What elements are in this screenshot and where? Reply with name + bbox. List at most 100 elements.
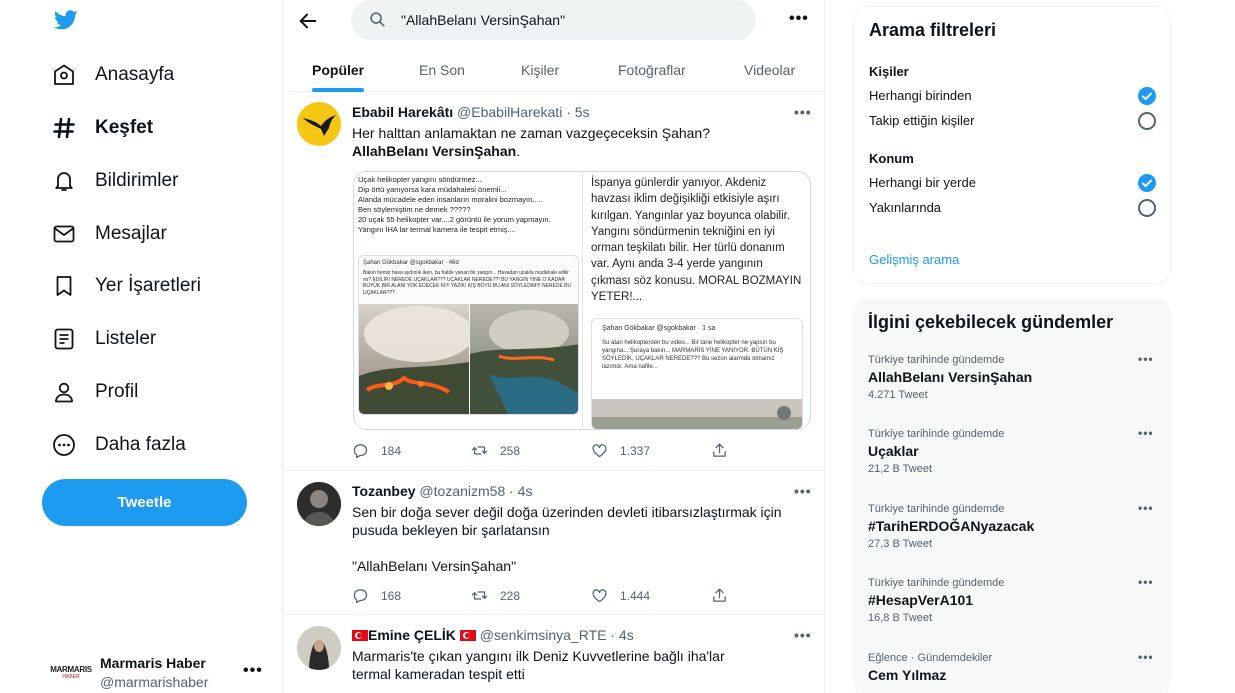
- tab-popular-label: Popüler: [312, 62, 365, 78]
- tweet-author-handle[interactable]: @EbabilHarekati: [457, 104, 562, 120]
- trends-title: İlgini çekebilecek gündemler: [868, 312, 1114, 332]
- media-left-quote-head: Şahan Gökbakar @sgokbakar · 46d: [363, 260, 459, 266]
- account-avatar: MARMARIS HABER: [50, 654, 92, 690]
- reply-button[interactable]: 184: [352, 442, 401, 459]
- trend-item[interactable]: Türkiye tarihinde gündemde AllahBelanı V…: [868, 352, 1158, 424]
- trend-more-icon[interactable]: •••: [1138, 352, 1154, 366]
- retweet-button[interactable]: 228: [471, 587, 520, 604]
- avatar[interactable]: [297, 482, 341, 526]
- radio-unchecked-icon[interactable]: [1138, 199, 1156, 217]
- tweet-more-icon[interactable]: •••: [794, 627, 812, 643]
- trend-more-icon[interactable]: •••: [1138, 426, 1154, 440]
- radio-unchecked-icon[interactable]: [1138, 112, 1156, 130]
- retweet-button[interactable]: 258: [471, 442, 520, 459]
- search-bar[interactable]: [351, 0, 756, 40]
- nav-more[interactable]: Daha fazla: [52, 430, 186, 460]
- media-right-quote-text: Su atan helikopterden bu video... Bir ta…: [602, 340, 784, 370]
- tweet-more-icon[interactable]: •••: [794, 483, 812, 499]
- tweet-time[interactable]: · 5s: [566, 104, 589, 120]
- tweet-time[interactable]: · 4s: [509, 483, 532, 499]
- share-button[interactable]: [711, 442, 740, 459]
- filter-option-anyone[interactable]: Herhangi birinden: [869, 86, 1159, 108]
- tweet-author-handle[interactable]: @senkimsinya_RTE: [480, 627, 607, 643]
- nav-home[interactable]: Anasayfa: [52, 60, 174, 90]
- nav-bookmarks-label: Yer İşaretleri: [95, 275, 201, 296]
- like-button[interactable]: 1.337: [591, 442, 650, 459]
- avatar[interactable]: [297, 626, 341, 670]
- account-more-icon[interactable]: •••: [243, 662, 263, 680]
- tweet-author-name[interactable]: Emine ÇELİK: [368, 627, 456, 643]
- nav-profile[interactable]: Profil: [52, 377, 138, 407]
- nav-explore[interactable]: Keşfet: [52, 113, 153, 143]
- trend-item[interactable]: Türkiye tarihinde gündemde Uçaklar 21,2 …: [868, 426, 1158, 498]
- tweet-item[interactable]: Ebabil Harekâtı @EbabilHarekati · 5s •••…: [283, 93, 824, 471]
- trend-item[interactable]: Türkiye tarihinde gündemde #HesapVerA101…: [868, 575, 1158, 647]
- nav-lists-label: Listeler: [95, 328, 157, 349]
- tweet-actions: 168 228 1.444: [352, 587, 752, 607]
- media-right-quote: Şahan Gökbakar @sgokbakar · 1 sa Su atan…: [591, 318, 803, 429]
- filter-option-anywhere[interactable]: Herhangi bir yerde: [869, 173, 1159, 195]
- like-button[interactable]: 1.444: [591, 587, 650, 604]
- nav-lists[interactable]: Listeler: [52, 324, 156, 354]
- radio-checked-icon[interactable]: [1138, 87, 1156, 105]
- twitter-logo-icon[interactable]: [52, 8, 80, 32]
- search-more-icon[interactable]: •••: [789, 10, 809, 28]
- tweet-button[interactable]: Tweetle: [42, 479, 247, 526]
- tweet-media[interactable]: Uçak helikopter yangını söndürmez... Dip…: [353, 171, 811, 430]
- search-input[interactable]: [401, 10, 741, 30]
- account-handle: @marmarishaber: [100, 674, 209, 690]
- tweet-header: Ebabil Harekâtı @EbabilHarekati · 5s: [352, 104, 590, 120]
- nav-bookmarks[interactable]: Yer İşaretleri: [52, 271, 201, 301]
- account-switcher[interactable]: MARMARIS HABER Marmaris Haber @marmarish…: [50, 650, 272, 692]
- nav-more-label: Daha fazla: [95, 434, 186, 455]
- filter-option-following[interactable]: Takip ettiğin kişiler: [869, 111, 1159, 133]
- tab-latest[interactable]: En Son: [419, 48, 465, 92]
- trend-item[interactable]: Eğlence · Gündemdekiler Cem Yılmaz •••: [868, 650, 1158, 693]
- nav-messages[interactable]: Mesajlar: [52, 219, 167, 249]
- tweet-hashtag-part2[interactable]: VersinŞahan: [432, 143, 516, 159]
- tweet-author-name[interactable]: Ebabil Harekâtı: [352, 104, 453, 120]
- tweet-item[interactable]: Tozanbey @tozanizm58 · 4s ••• Sen bir do…: [283, 472, 824, 615]
- advanced-search-link[interactable]: Gelişmiş arama: [869, 252, 959, 267]
- tab-popular[interactable]: Popüler: [312, 48, 365, 92]
- trend-name: Cem Yılmaz: [868, 667, 947, 683]
- nav-notifications[interactable]: Bildirimler: [52, 166, 178, 196]
- tweet-author-name[interactable]: Tozanbey: [352, 483, 416, 499]
- filter-option-label: Herhangi bir yerde: [869, 175, 976, 190]
- retweet-icon: [471, 442, 488, 459]
- radio-checked-icon[interactable]: [1138, 174, 1156, 192]
- trend-more-icon[interactable]: •••: [1138, 575, 1154, 589]
- retweet-icon: [471, 587, 488, 604]
- reply-button[interactable]: 168: [352, 587, 401, 604]
- reply-icon: [352, 587, 369, 604]
- retweet-count: 228: [500, 588, 521, 603]
- tab-people[interactable]: Kişiler: [521, 48, 559, 92]
- trend-item[interactable]: Türkiye tarihinde gündemde #TarihERDOĞAN…: [868, 501, 1158, 573]
- tweet-hashtag-part1[interactable]: AllahBelanı: [352, 143, 428, 159]
- nav-messages-label: Mesajlar: [95, 223, 167, 244]
- tweet-author-handle[interactable]: @tozanizm58: [419, 483, 505, 499]
- tweet-text-quote: "AllahBelanı VersinŞahan": [352, 558, 517, 574]
- back-arrow-icon[interactable]: [297, 10, 319, 32]
- reply-count: 168: [381, 588, 402, 603]
- tab-photos[interactable]: Fotoğraflar: [618, 48, 686, 92]
- share-button[interactable]: [711, 587, 740, 604]
- trend-category: Türkiye tarihinde gündemde: [868, 577, 1005, 589]
- trend-count: 21,2 B Tweet: [868, 463, 933, 475]
- tweet-header: Tozanbey @tozanizm58 · 4s: [352, 483, 532, 499]
- tweet-item[interactable]: Emine ÇELİK @senkimsinya_RTE · 4s ••• Ma…: [283, 616, 824, 693]
- tweet-time[interactable]: · 4s: [610, 627, 633, 643]
- account-name: Marmaris Haber: [100, 655, 206, 671]
- avatar[interactable]: [297, 102, 341, 146]
- trend-more-icon[interactable]: •••: [1138, 650, 1154, 664]
- envelope-icon: [52, 222, 76, 246]
- main-column: ••• Popüler En Son Kişiler Fotoğraflar V…: [282, 0, 825, 693]
- tab-videos-label: Videolar: [744, 62, 796, 78]
- tweet-more-icon[interactable]: •••: [794, 104, 812, 120]
- filter-option-nearby[interactable]: Yakınlarında: [869, 198, 1159, 220]
- tab-videos[interactable]: Videolar: [744, 48, 795, 92]
- media-left-quote-text: Bakın hemiz hava aydınlık iken, bu halde…: [363, 270, 572, 296]
- trend-category: Türkiye tarihinde gündemde: [868, 428, 1005, 440]
- trend-more-icon[interactable]: •••: [1138, 501, 1154, 515]
- filters-title: Arama filtreleri: [869, 20, 997, 40]
